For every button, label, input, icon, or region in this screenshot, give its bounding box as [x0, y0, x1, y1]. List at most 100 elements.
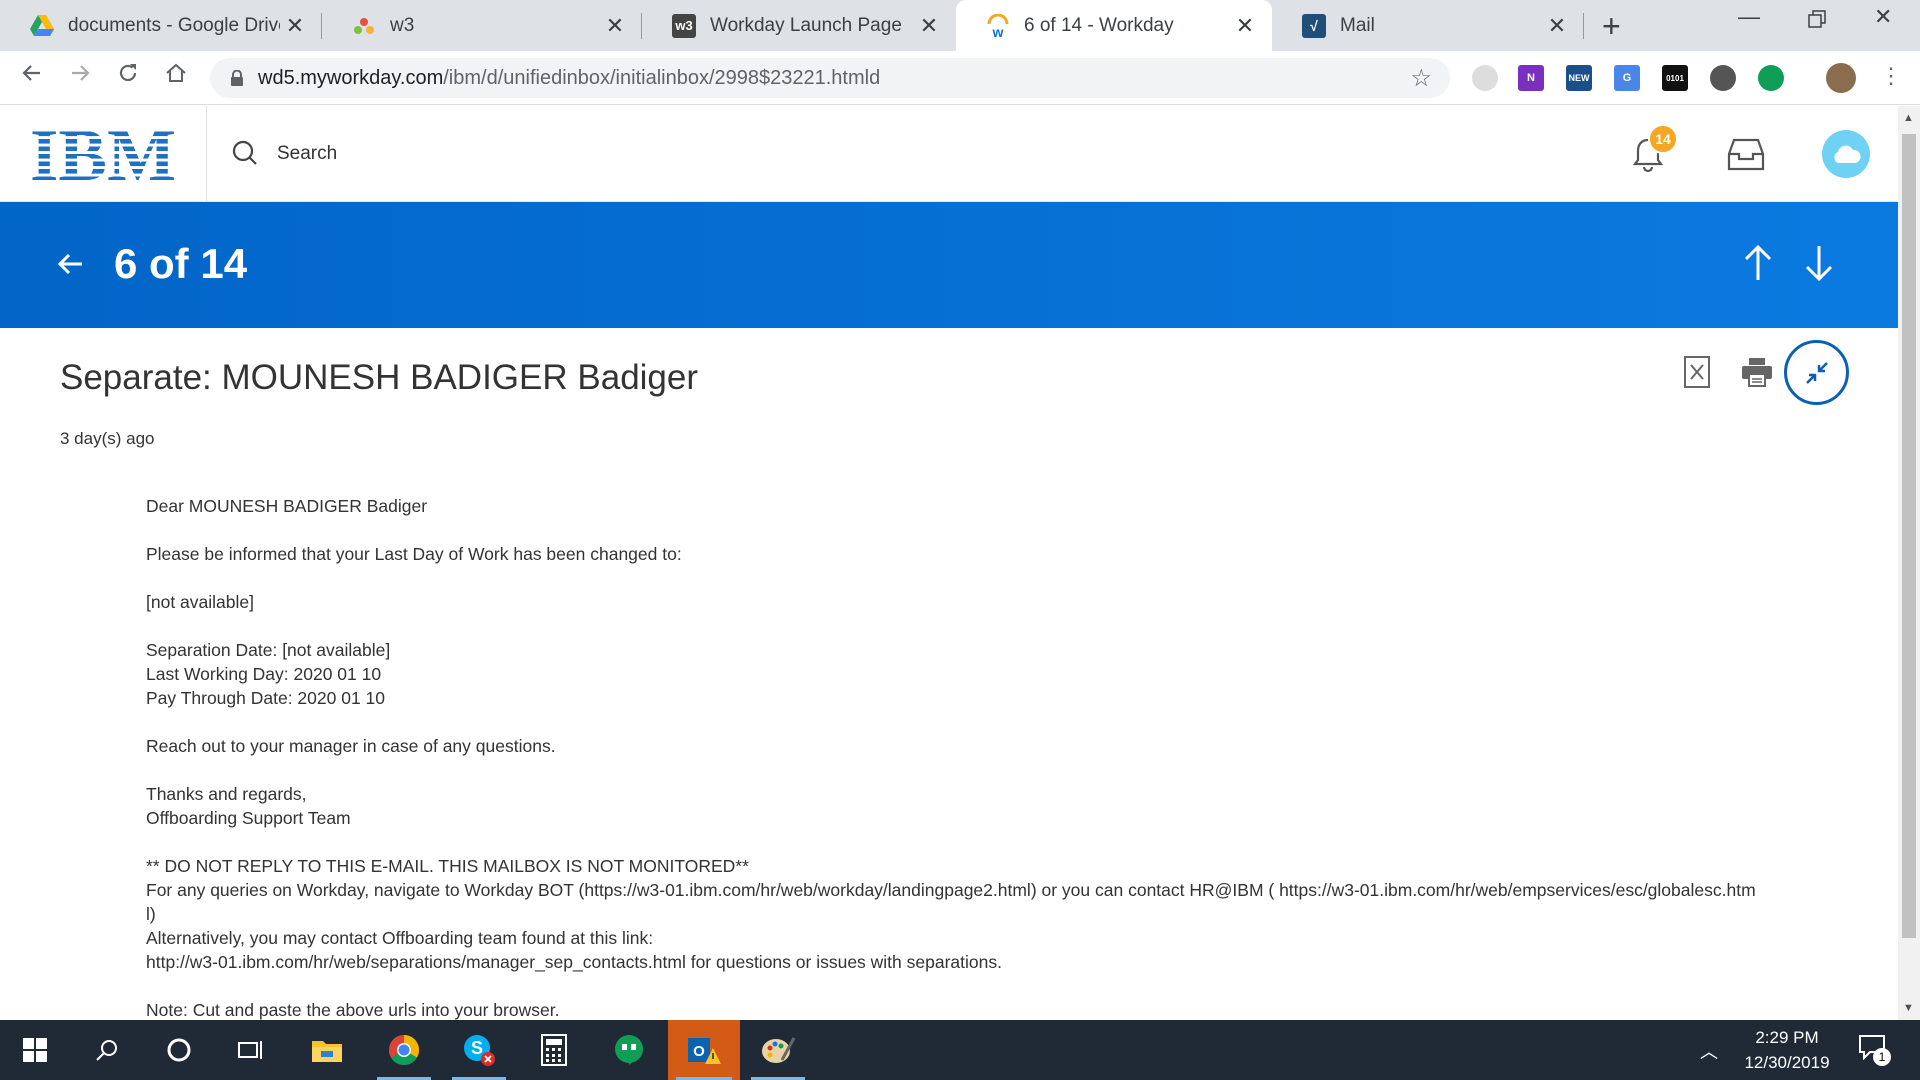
search-icon: [96, 1040, 117, 1061]
taskbar-outlook[interactable]: O: [668, 1020, 740, 1080]
browser-toolbar: wd5.myworkday.com/ibm/d/unifiedinbox/ini…: [0, 51, 1920, 105]
onenote-icon[interactable]: N: [1518, 65, 1544, 91]
body-line: For any queries on Workday, navigate to …: [146, 880, 1756, 900]
taskbar-skype[interactable]: S: [444, 1020, 514, 1080]
taskbar-clock[interactable]: 2:29 PM 12/30/2019: [1732, 1025, 1842, 1075]
export-excel-icon[interactable]: [1684, 356, 1710, 388]
forward-icon[interactable]: [68, 61, 92, 92]
svg-text:w: w: [992, 24, 1004, 38]
message-body: Dear MOUNESH BADIGER Badiger Please be i…: [146, 494, 1826, 1022]
body-line: Dear MOUNESH BADIGER Badiger: [146, 496, 428, 516]
cortana-circle-icon: [167, 1038, 191, 1062]
profile-avatar[interactable]: [1826, 63, 1856, 93]
extension-circle-icon[interactable]: [1710, 65, 1736, 91]
inbox-navigation-banner: 6 of 14: [0, 202, 1898, 328]
scroll-thumb[interactable]: [1902, 134, 1916, 938]
hangouts-extension-icon[interactable]: [1758, 65, 1784, 91]
home-icon[interactable]: [164, 61, 188, 92]
close-tab-icon[interactable]: ✕: [914, 13, 944, 39]
taskbar-hangouts[interactable]: [594, 1020, 664, 1080]
chrome-icon: [388, 1035, 420, 1066]
taskbar-paint[interactable]: [743, 1020, 813, 1080]
previous-item-arrow-icon[interactable]: [1742, 244, 1774, 282]
page-scrollbar[interactable]: ▲ ▼: [1898, 106, 1920, 1020]
extension-gray-icon[interactable]: [1472, 65, 1498, 91]
close-tab-icon[interactable]: ✕: [1230, 13, 1260, 39]
taskbar-calculator[interactable]: [519, 1020, 589, 1080]
close-window-button[interactable]: ✕: [1874, 4, 1892, 30]
body-line: Thanks and regards,: [146, 784, 307, 804]
scroll-down-icon[interactable]: ▼: [1903, 1002, 1914, 1014]
body-line: l): [146, 904, 156, 924]
close-tab-icon[interactable]: ✕: [1542, 13, 1572, 39]
skype-icon: S: [464, 1035, 495, 1066]
ibm-logo[interactable]: IBM: [29, 124, 177, 184]
binary-extension-icon[interactable]: 0101: [1662, 65, 1688, 91]
address-bar[interactable]: wd5.myworkday.com/ibm/d/unifiedinbox/ini…: [210, 58, 1450, 98]
cortana-button[interactable]: [144, 1020, 214, 1080]
taskbar-file-explorer[interactable]: [292, 1020, 362, 1080]
body-line: Note: Cut and paste the above urls into …: [146, 1000, 560, 1020]
collapse-arrows-icon: [1805, 361, 1828, 384]
more-menu-icon[interactable]: ⋮: [1880, 63, 1902, 89]
show-hidden-icons-chevron-icon[interactable]: ︿: [1700, 1038, 1718, 1064]
body-line: Pay Through Date: 2020 01 10: [146, 688, 386, 708]
back-icon[interactable]: [20, 61, 44, 92]
workday-icon: w: [986, 13, 1010, 38]
google-drive-icon: [30, 14, 54, 38]
task-view-button[interactable]: [216, 1020, 286, 1080]
folder-icon: [312, 1041, 342, 1062]
url-text: wd5.myworkday.com/ibm/d/unifiedinbox/ini…: [258, 67, 880, 90]
bookmark-star-icon[interactable]: ☆: [1410, 64, 1432, 93]
start-button[interactable]: [0, 1020, 70, 1080]
user-cloud-avatar[interactable]: [1822, 130, 1870, 178]
next-item-arrow-icon[interactable]: [1803, 244, 1835, 282]
paint-palette-icon: [762, 1037, 796, 1063]
print-icon[interactable]: [1741, 357, 1773, 387]
windows-taskbar: S O ︿ 2:29 PM 12/30/2019 1: [0, 1020, 1920, 1080]
action-center-button[interactable]: 1: [1858, 1034, 1892, 1066]
taskbar-chrome[interactable]: [369, 1020, 439, 1080]
hangouts-icon: [615, 1035, 643, 1065]
clock-date: 12/30/2019: [1744, 1053, 1830, 1072]
close-tab-icon[interactable]: ✕: [600, 13, 630, 39]
collapse-view-button[interactable]: [1784, 340, 1849, 405]
cloud-icon: [1834, 145, 1861, 163]
ibm-logo-text: IBM: [30, 124, 176, 184]
clock-time: 2:29 PM: [1755, 1028, 1819, 1047]
tab-workday-launch[interactable]: w3 Workday Launch Page ✕: [642, 0, 956, 51]
body-line: [not available]: [146, 592, 254, 612]
body-line: Alternatively, you may contact Offboardi…: [146, 928, 654, 948]
reload-icon[interactable]: [116, 61, 140, 92]
taskbar-search-button[interactable]: [72, 1020, 142, 1080]
news-extension-icon[interactable]: NEW: [1566, 65, 1592, 91]
search-icon[interactable]: [232, 140, 258, 166]
tab-mail[interactable]: √ Mail ✕: [1272, 0, 1584, 51]
tab-google-drive[interactable]: documents - Google Drive ✕: [0, 0, 322, 51]
tab-workday-active[interactable]: w 6 of 14 - Workday ✕: [956, 0, 1272, 51]
w3-square-icon: w3: [672, 13, 696, 38]
close-tab-icon[interactable]: ✕: [280, 13, 310, 39]
task-view-icon: [238, 1041, 262, 1059]
workday-header: IBM Search 14: [0, 106, 1898, 202]
svg-text:S: S: [471, 1038, 483, 1058]
search-input[interactable]: Search: [277, 143, 337, 165]
inbox-icon[interactable]: [1726, 136, 1766, 172]
scroll-up-icon[interactable]: ▲: [1903, 112, 1914, 124]
message-timestamp: 3 day(s) ago: [60, 429, 155, 448]
google-translate-icon[interactable]: G: [1614, 65, 1640, 91]
tab-w3[interactable]: w3 ✕: [322, 0, 642, 51]
minimize-button[interactable]: —: [1738, 4, 1760, 30]
back-arrow-icon[interactable]: [56, 249, 86, 279]
restore-button[interactable]: [1808, 8, 1826, 34]
svg-text:O: O: [693, 1043, 705, 1060]
notification-badge: 14: [1648, 124, 1678, 154]
message-title: Separate: MOUNESH BADIGER Badiger: [60, 358, 699, 397]
new-tab-button[interactable]: +: [1602, 8, 1621, 45]
